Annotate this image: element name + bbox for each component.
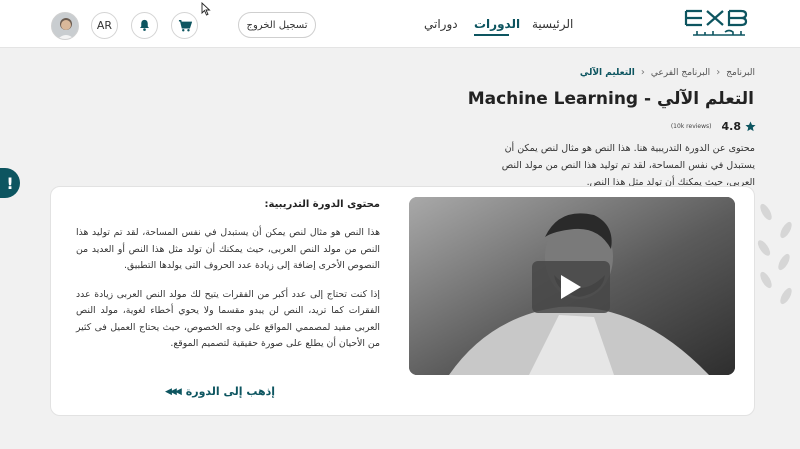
breadcrumb-item-current: التعليم الآلي (579, 67, 635, 78)
course-content-card: محتوى الدورة التدريبية: هذا النص هو مثال… (50, 186, 755, 416)
chevron-left-icon: ‹ (716, 67, 721, 78)
play-icon (561, 275, 581, 299)
cart-icon (178, 19, 192, 32)
content-paragraph-2: إذا كنت تحتاج إلى عدد أكبر من الفقرات يت… (76, 288, 380, 350)
chevron-left-icon: ‹ (640, 67, 645, 78)
mouse-cursor-icon (201, 2, 211, 16)
nav-my-courses[interactable]: دوراتي (424, 17, 458, 31)
nav-home[interactable]: الرئيسية (532, 17, 573, 31)
nav-active-indicator (474, 34, 509, 36)
logout-button[interactable]: تسجيل الخروج (238, 12, 316, 38)
content-heading: محتوى الدورة التدريبية: (264, 199, 381, 210)
rating-score: 4.8 (721, 120, 742, 133)
go-to-course-label: إذهب إلى الدورة (185, 385, 276, 398)
breadcrumb-item-subprogram[interactable]: البرنامج الفرعي (651, 68, 710, 78)
language-button[interactable]: AR (91, 12, 118, 39)
arrows-left-icon: ◀◀◀ (165, 386, 182, 397)
notifications-button[interactable] (131, 12, 158, 39)
breadcrumb-item-program[interactable]: البرنامج (726, 68, 755, 78)
cart-button[interactable] (171, 12, 198, 39)
brand-logo[interactable] (683, 7, 749, 41)
content-paragraph-1: هذا النص هو مثال لنص يمكن أن يستبدل في ن… (76, 227, 380, 271)
course-title: التعلم الآلي - Machine Learning (467, 89, 754, 109)
nav-courses[interactable]: الدورات (474, 17, 520, 31)
avatar-icon (52, 13, 78, 39)
help-tab[interactable]: ! (0, 168, 20, 198)
go-to-course-link[interactable]: ◀◀◀ إذهب إلى الدورة (165, 385, 275, 398)
course-description: محتوى عن الدورة التدريبية هنا. هذا النص … (501, 143, 755, 188)
decorative-leaves-icon (757, 203, 792, 305)
breadcrumb: البرنامج ‹ البرنامج الفرعي ‹ التعليم الآ… (580, 67, 755, 78)
bell-icon (140, 19, 149, 31)
review-count: (10k reviews) (670, 123, 712, 130)
logo-icon (684, 9, 748, 36)
course-video[interactable] (409, 197, 735, 375)
user-avatar[interactable] (51, 12, 79, 40)
top-header: AR تسجيل الخروج دوراتي الدورات الرئيسية (0, 0, 800, 48)
course-rating: (10k reviews) 4.8 (671, 120, 756, 133)
help-exclamation-icon: ! (6, 173, 14, 193)
content-body: هذا النص هو مثال لنص يمكن أن يستبدل في ن… (76, 225, 380, 353)
play-button[interactable] (532, 261, 610, 313)
star-icon (745, 121, 756, 132)
